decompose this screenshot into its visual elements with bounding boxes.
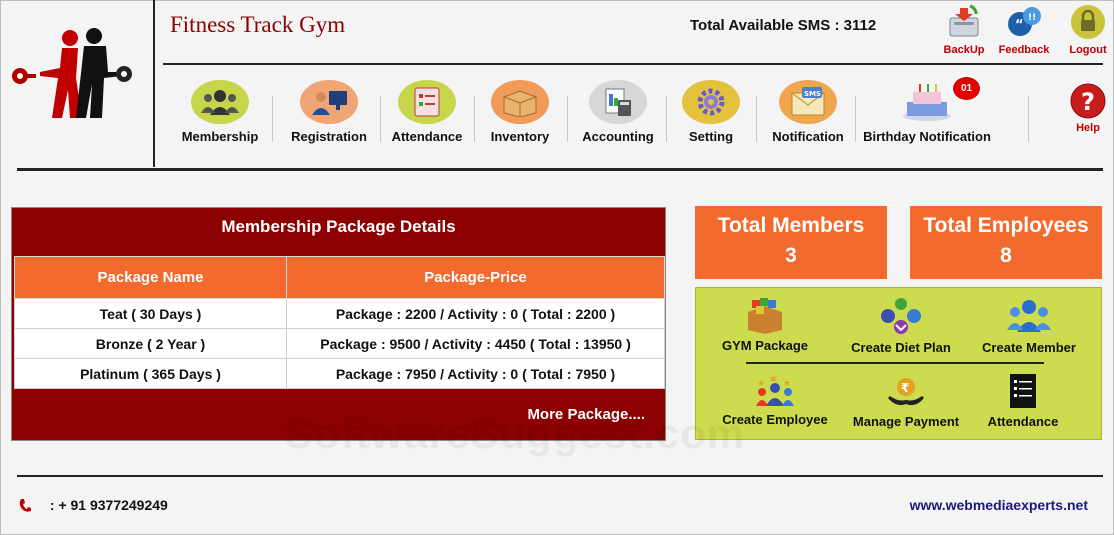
membership-icon: [201, 90, 239, 115]
column-header-package-name: Package Name: [14, 256, 287, 299]
total-members-value: 3: [785, 244, 797, 267]
header-divider: [153, 0, 155, 167]
accounting-icon: [605, 88, 631, 116]
attendance-quick-button[interactable]: Attendance: [958, 372, 1088, 429]
total-employees-label: Total Employees: [923, 214, 1089, 237]
svg-text:₹: ₹: [901, 381, 909, 395]
package-table: Package Name Package-Price Teat ( 30 Day…: [14, 256, 665, 389]
app-title: Fitness Track Gym: [170, 12, 346, 37]
total-employees-value: 8: [1000, 244, 1012, 267]
help-icon: ?: [1070, 83, 1106, 119]
gym-package-button[interactable]: GYM Package: [700, 298, 830, 353]
create-member-icon: [1007, 300, 1051, 332]
package-price-cell: Package : 2200 / Activity : 0 ( Total : …: [286, 298, 665, 329]
manage-payment-icon: ₹: [888, 378, 924, 406]
total-employees-card[interactable]: Total Employees 8: [910, 206, 1102, 279]
gym-logo: [12, 28, 132, 118]
nav-notification[interactable]: SMS Notification: [764, 80, 852, 144]
phone-icon: [19, 499, 31, 512]
svg-text:★: ★: [757, 379, 765, 389]
backup-button[interactable]: BackUp: [934, 4, 994, 56]
svg-text:“: “: [1015, 18, 1024, 33]
nav-accounting[interactable]: Accounting: [578, 80, 658, 144]
diet-plan-icon: [881, 298, 921, 334]
package-price-cell: Package : 7950 / Activity : 0 ( Total : …: [286, 358, 665, 389]
inventory-icon: [503, 90, 537, 117]
total-members-label: Total Members: [717, 214, 865, 237]
package-name-cell: Platinum ( 365 Days ): [14, 358, 287, 389]
feedback-button[interactable]: “ !! Feedback: [994, 4, 1054, 56]
create-diet-plan-button[interactable]: Create Diet Plan: [836, 296, 966, 355]
svg-text:★: ★: [783, 379, 791, 389]
website-link[interactable]: www.webmediaexperts.net: [910, 497, 1088, 513]
table-row[interactable]: Teat ( 30 Days ) Package : 2200 / Activi…: [14, 298, 665, 329]
package-price-cell: Package : 9500 / Activity : 4450 ( Total…: [286, 328, 665, 359]
manage-payment-button[interactable]: ₹ Manage Payment: [841, 376, 971, 429]
nav-registration[interactable]: Registration: [286, 80, 372, 144]
nav-rule: [17, 168, 1103, 171]
birthday-count-badge: 01: [951, 75, 982, 102]
feedback-icon: “ !!: [1008, 7, 1041, 36]
attendance-sheet-icon: [1010, 374, 1036, 408]
svg-text:!!: !!: [1028, 13, 1036, 23]
membership-package-panel: Membership Package Details Package Name …: [11, 207, 666, 441]
total-members-card[interactable]: Total Members 3: [695, 206, 887, 279]
nav-inventory[interactable]: Inventory: [482, 80, 558, 144]
logout-icon: [1071, 5, 1105, 39]
registration-icon: [312, 91, 347, 115]
setting-icon: [697, 88, 725, 116]
birthday-cake-icon: [903, 84, 951, 121]
footer-rule: [17, 475, 1103, 477]
svg-text:SMS: SMS: [804, 90, 821, 98]
logout-button[interactable]: Logout: [1058, 4, 1114, 56]
notification-icon: SMS: [791, 87, 825, 116]
package-panel-title: Membership Package Details: [221, 217, 456, 236]
backup-icon: [949, 4, 979, 37]
sms-balance: Total Available SMS : 3112: [690, 17, 877, 34]
watermark: SoftwareSuggest.com: [285, 410, 746, 457]
table-row[interactable]: Platinum ( 365 Days ) Package : 7950 / A…: [14, 358, 665, 389]
header-rule: [163, 63, 1103, 65]
column-header-package-price: Package-Price: [286, 256, 665, 299]
quick-actions-panel: GYM Package Create Diet Plan Create Memb…: [695, 287, 1102, 440]
create-employee-icon: ★ ★ ★: [756, 374, 794, 406]
table-row[interactable]: Bronze ( 2 Year ) Package : 9500 / Activ…: [14, 328, 665, 359]
create-member-button[interactable]: Create Member: [964, 298, 1094, 355]
contact-phone: : + 91 9377249249: [18, 497, 168, 514]
quick-actions-divider: [746, 362, 1044, 364]
svg-text:?: ?: [1081, 88, 1095, 116]
help-button[interactable]: ? Help: [1068, 82, 1108, 134]
package-name-cell: Bronze ( 2 Year ): [14, 328, 287, 359]
gym-package-icon: [748, 298, 782, 334]
nav-attendance[interactable]: Attendance: [388, 80, 466, 144]
nav-membership[interactable]: Membership: [178, 80, 262, 144]
attendance-icon: [414, 87, 440, 117]
package-name-cell: Teat ( 30 Days ): [14, 298, 287, 329]
nav-setting[interactable]: Setting: [678, 80, 744, 144]
